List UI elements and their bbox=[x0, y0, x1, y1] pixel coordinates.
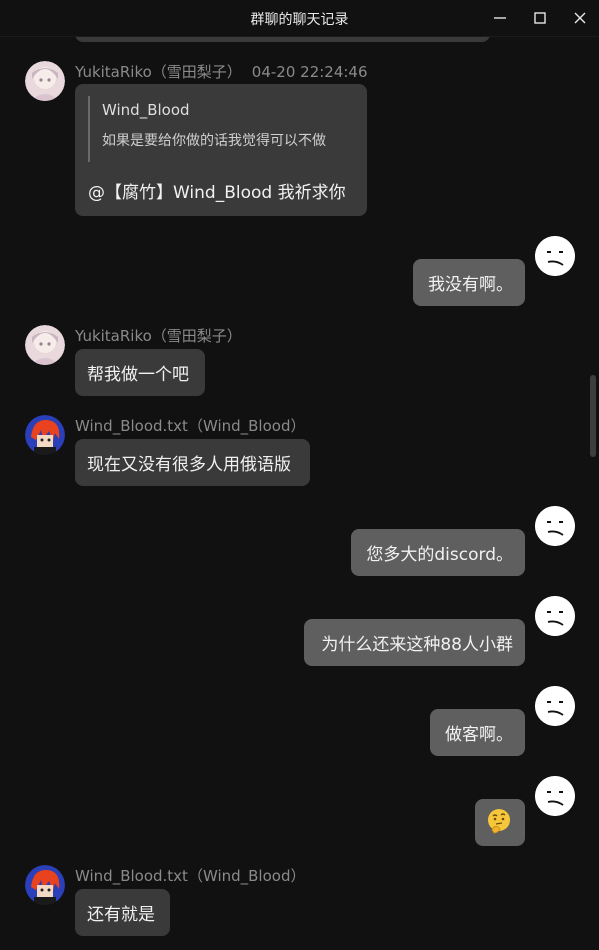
sender-name: YukitaRiko（雪田梨子） bbox=[75, 327, 242, 345]
message-text: 我没有啊。 bbox=[428, 275, 513, 295]
neutral-face-avatar[interactable] bbox=[535, 776, 575, 816]
message-text: @【腐竹】Wind_Blood 我祈求你 bbox=[88, 183, 346, 203]
minimize-icon bbox=[494, 17, 506, 19]
title-bar: 群聊的聊天记录 bbox=[0, 0, 599, 37]
message-text: 现在又没有很多人用俄语版 bbox=[87, 455, 291, 475]
scrollbar-thumb[interactable] bbox=[590, 375, 596, 457]
message-bubble[interactable]: 帮我做一个吧 bbox=[75, 349, 205, 396]
message-bubble[interactable]: 我没有啊。 bbox=[413, 259, 525, 306]
quoted-message-bubble[interactable]: Wind_Blood 如果是要给你做的话我觉得可以不做 @【腐竹】Wind_Bl… bbox=[75, 84, 367, 216]
sender-name: YukitaRiko（雪田梨子） bbox=[75, 63, 242, 81]
sender-name: Wind_Blood.txt（Wind_Blood） bbox=[75, 417, 306, 435]
message-bubble[interactable]: 做客啊。 bbox=[430, 709, 525, 756]
message-bubble[interactable]: 为什么还来这种88人小群 bbox=[304, 619, 525, 666]
close-button[interactable] bbox=[567, 6, 593, 30]
anime-girl-avatar[interactable] bbox=[25, 61, 65, 101]
quote-author: Wind_Blood bbox=[102, 101, 190, 119]
thinking-face-icon bbox=[488, 809, 510, 834]
red-hair-character-avatar[interactable] bbox=[25, 415, 65, 455]
message-time: 04-20 22:24:46 bbox=[251, 63, 368, 81]
message-text: 为什么还来这种88人小群 bbox=[321, 635, 513, 655]
minimize-button[interactable] bbox=[487, 6, 513, 30]
anime-girl-avatar[interactable] bbox=[25, 325, 65, 365]
quote-text: 如果是要给你做的话我觉得可以不做 bbox=[102, 133, 326, 149]
message-bubble-partial bbox=[75, 37, 490, 42]
message-text: 做客啊。 bbox=[445, 725, 513, 745]
neutral-face-avatar[interactable] bbox=[535, 596, 575, 636]
message-text: 帮我做一个吧 bbox=[87, 365, 189, 385]
close-icon bbox=[574, 12, 586, 24]
neutral-face-avatar[interactable] bbox=[535, 236, 575, 276]
message-bubble[interactable]: 还有就是 bbox=[75, 889, 170, 936]
message-meta: YukitaRiko（雪田梨子） 04-20 22:24:46 bbox=[75, 61, 368, 82]
message-bubble[interactable]: 现在又没有很多人用俄语版 bbox=[75, 439, 310, 486]
red-hair-character-avatar[interactable] bbox=[25, 865, 65, 905]
message-text: 您多大的discord。 bbox=[366, 545, 513, 565]
quote-bar bbox=[88, 96, 90, 162]
message-text: 还有就是 bbox=[87, 905, 155, 925]
sender-name: Wind_Blood.txt（Wind_Blood） bbox=[75, 867, 306, 885]
emoji-message-bubble[interactable] bbox=[475, 799, 525, 846]
maximize-button[interactable] bbox=[527, 6, 553, 30]
chat-history[interactable]: YukitaRiko（雪田梨子） 04-20 22:24:46 Wind_Bloo… bbox=[0, 37, 599, 950]
maximize-icon bbox=[534, 12, 546, 24]
message-bubble[interactable]: 您多大的discord。 bbox=[351, 529, 525, 576]
neutral-face-avatar[interactable] bbox=[535, 686, 575, 726]
neutral-face-avatar[interactable] bbox=[535, 506, 575, 546]
